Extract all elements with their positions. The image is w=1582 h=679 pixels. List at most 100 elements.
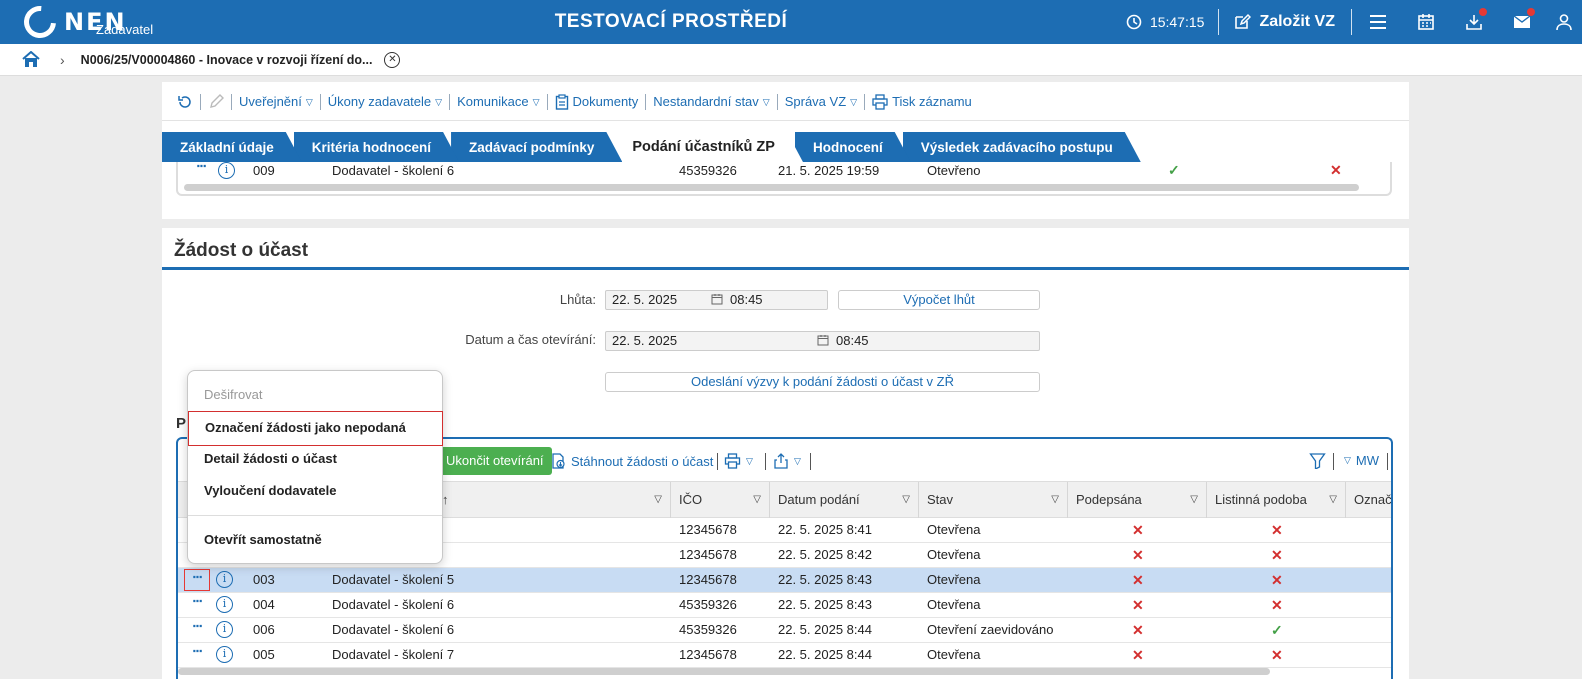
row-supplier: Dodavatel - školení 6: [332, 622, 455, 637]
menu-item-decrypt[interactable]: Dešifrovat: [188, 379, 442, 411]
vz-management-menu[interactable]: Správa VZ ▽: [778, 94, 866, 110]
opening-field[interactable]: 22. 5. 2025 08:45: [605, 331, 1040, 351]
filter-triangle-icon[interactable]: ▽: [902, 482, 910, 518]
export-menu[interactable]: ▽: [773, 453, 801, 469]
dropdown-triangle-icon: ▽: [305, 97, 313, 107]
row-supplier: Dodavatel - školení 7: [332, 647, 455, 662]
horizontal-scrollbar[interactable]: [184, 184, 1359, 191]
menu-item-exclude-supplier[interactable]: Vyloučení dodavatele: [188, 475, 442, 507]
info-icon[interactable]: i: [216, 596, 233, 613]
finish-opening-button[interactable]: Ukončit otevírání: [438, 447, 552, 475]
create-vz-button[interactable]: Založit VZ: [1221, 13, 1349, 31]
row-number: 003: [253, 572, 275, 587]
dropdown-triangle-icon: ▽: [850, 97, 858, 107]
header-cell-paper[interactable]: Listinná podoba ▽: [1206, 482, 1345, 518]
filter-triangle-icon[interactable]: ▽: [1190, 482, 1198, 518]
dropdown-triangle-icon: ▽: [1344, 455, 1351, 465]
header-label: Datum podání: [778, 492, 860, 507]
tab-participant-submissions[interactable]: Podání účastníků ZP: [614, 132, 803, 162]
row-state: Otevřena: [927, 647, 981, 662]
vz-management-label: Správa VZ: [784, 94, 847, 109]
printer-icon: [724, 453, 741, 469]
row-actions-icon[interactable]: ∙∙∙: [184, 644, 210, 662]
header-cell-ico[interactable]: IČO ▽: [670, 482, 769, 518]
header-label: Stav: [927, 492, 954, 507]
home-icon[interactable]: [22, 51, 40, 68]
row-date: 22. 5. 2025 8:41: [778, 522, 872, 537]
filter-triangle-icon[interactable]: ▽: [1051, 482, 1059, 518]
calc-deadlines-button[interactable]: Výpočet lhůt: [838, 290, 1040, 310]
header-cell-signed[interactable]: Podepsána ▽: [1067, 482, 1206, 518]
breadcrumb-title[interactable]: N006/25/V00004860 - Inovace v rozvoji ří…: [81, 53, 373, 67]
calendar-button[interactable]: [1402, 0, 1450, 44]
requests-heading: P: [176, 415, 187, 432]
contracting-actions-menu[interactable]: Úkony zadavatele ▽: [321, 94, 451, 110]
deadline-field[interactable]: 22. 5. 2025 08:45: [605, 290, 828, 310]
row-actions-icon[interactable]: ∙∙∙: [184, 594, 210, 612]
edit-button[interactable]: [201, 94, 232, 110]
row-ico: 12345678: [679, 522, 737, 537]
deadline-date: 22. 5. 2025: [612, 292, 678, 307]
actions-toolbar: Uveřejnění ▽ Úkony zadavatele ▽ Komunikace…: [170, 92, 979, 112]
main-menu-button[interactable]: [1354, 0, 1402, 44]
send-invitation-button[interactable]: Odeslání výzvy k podání žádosti o účast …: [605, 372, 1040, 392]
info-icon[interactable]: i: [218, 162, 235, 179]
menu-item-request-detail[interactable]: Detail žádosti o účast: [188, 443, 442, 475]
filter-button[interactable]: [1309, 453, 1326, 469]
row-context-menu: Dešifrovat Označení žádosti jako nepodan…: [187, 370, 443, 564]
column-filter-mw[interactable]: ▽ MW: [1344, 453, 1379, 468]
header-label: IČO: [679, 492, 703, 507]
table-row[interactable]: ∙∙∙ i 004 Dodavatel - školení 6 45359326 22. …: [178, 593, 1391, 618]
publication-menu[interactable]: Uveřejnění ▽: [232, 94, 321, 110]
info-icon[interactable]: i: [216, 571, 233, 588]
communication-label: Komunikace: [457, 94, 529, 109]
info-icon[interactable]: i: [216, 621, 233, 638]
row-actions-icon[interactable]: ∙∙∙: [184, 619, 210, 637]
user-button[interactable]: [1546, 0, 1582, 44]
tab-basic-info[interactable]: Základní údaje: [162, 132, 302, 162]
calendar-icon[interactable]: [817, 334, 829, 346]
refresh-button[interactable]: [170, 94, 201, 110]
filter-triangle-icon[interactable]: ▽: [654, 482, 662, 518]
cross-icon: ✕: [1132, 647, 1144, 663]
communication-menu[interactable]: Komunikace ▽: [450, 94, 548, 110]
downloads-button[interactable]: [1450, 0, 1498, 44]
table-row[interactable]: ∙∙∙ i 009 Dodavatel - školení 6 45359326…: [178, 159, 1390, 180]
publication-label: Uveřejnění: [239, 94, 302, 109]
filter-triangle-icon[interactable]: ▽: [753, 482, 761, 518]
table-row[interactable]: ∙∙∙ i 005 Dodavatel - školení 7 12345678 22. …: [178, 643, 1391, 668]
menu-item-mark-not-submitted[interactable]: Označení žádosti jako nepodaná: [188, 411, 443, 446]
print-menu[interactable]: ▽: [724, 453, 753, 469]
row-number: 009: [253, 163, 275, 178]
table-row[interactable]: ∙∙∙ i 006 Dodavatel - školení 6 45359326 22. …: [178, 618, 1391, 643]
cross-icon: ✕: [1132, 522, 1144, 538]
top-bar: NEN Zadavatel TESTOVACÍ PROSTŘEDÍ 15:47:…: [0, 0, 1582, 45]
row-number: 004: [253, 597, 275, 612]
header-cell-marked[interactable]: Označ: [1345, 482, 1391, 518]
row-actions-icon[interactable]: ∙∙∙: [184, 569, 210, 591]
tab-evaluation[interactable]: Hodnocení: [795, 132, 911, 162]
tab-tender-conditions[interactable]: Zadávací podmínky: [451, 132, 622, 162]
close-tab-icon[interactable]: ✕: [384, 51, 401, 68]
info-icon[interactable]: i: [216, 646, 233, 663]
messages-button[interactable]: [1498, 0, 1546, 44]
tab-evaluation-criteria[interactable]: Kritéria hodnocení: [294, 132, 459, 162]
menu-item-open-standalone[interactable]: Otevřít samostatně: [188, 524, 442, 556]
row-actions-icon[interactable]: ∙∙∙: [188, 159, 214, 177]
horizontal-scrollbar[interactable]: [178, 668, 1270, 675]
nonstandard-state-menu[interactable]: Nestandardní stav ▽: [646, 94, 778, 110]
print-record-button[interactable]: Tisk záznamu: [865, 94, 979, 110]
calendar-icon[interactable]: [711, 293, 723, 305]
download-requests-link[interactable]: Stáhnout žádosti o účast: [550, 453, 713, 469]
check-icon: ✓: [1168, 162, 1180, 178]
header-cell-state[interactable]: Stav ▽: [918, 482, 1067, 518]
tab-procedure-result[interactable]: Výsledek zadávacího postupu: [903, 132, 1141, 162]
header-cell-date[interactable]: Datum podání ▽: [769, 482, 918, 518]
documents-button[interactable]: Dokumenty: [548, 94, 647, 110]
filter-icon: [1309, 453, 1326, 469]
contracting-actions-label: Úkony zadavatele: [327, 94, 432, 109]
filter-triangle-icon[interactable]: ▽: [1329, 482, 1337, 518]
row-ico: 45359326: [679, 163, 737, 178]
table-row[interactable]: ∙∙∙ i 003 Dodavatel - školení 5 12345678 22. …: [178, 568, 1391, 593]
cross-icon: ✕: [1132, 572, 1144, 588]
